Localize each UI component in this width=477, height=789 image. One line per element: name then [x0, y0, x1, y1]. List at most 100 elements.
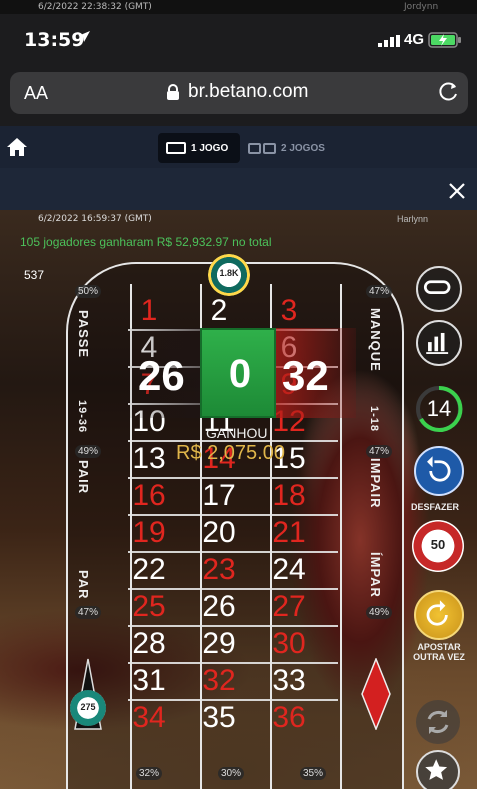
location-arrow-icon: [78, 31, 90, 42]
reader-mode-button[interactable]: AA: [24, 83, 48, 104]
dealer-name: Harlynn: [397, 214, 429, 224]
stat-percent: 47%: [75, 606, 102, 619]
win-amount: R$ 2,075.00: [176, 442, 285, 464]
row-divider: [128, 662, 338, 664]
bet-impair[interactable]: IMPAIR: [368, 458, 383, 509]
favourites-button[interactable]: [416, 750, 460, 789]
bet-range-1-18[interactable]: 1-18: [368, 406, 380, 432]
live-roulette-stream: 6/2/2022 16:59:37 (GMT) Harlynn 105 joga…: [0, 210, 477, 789]
player-count: 537: [24, 268, 45, 282]
number-cell-31[interactable]: 31: [114, 664, 184, 698]
bar-chart-icon: [426, 332, 449, 354]
number-cell-34[interactable]: 34: [114, 701, 184, 735]
number-cell-26[interactable]: 26: [184, 590, 254, 624]
url-text: br.betano.com: [188, 81, 309, 102]
row-divider: [128, 588, 338, 590]
undo-label: DESFAZER: [411, 502, 460, 512]
home-icon[interactable]: [6, 137, 28, 157]
stat-percent: 32%: [136, 767, 163, 780]
number-cell-23[interactable]: 23: [184, 553, 254, 587]
stat-percent: 47%: [366, 445, 393, 458]
number-cell-29[interactable]: 29: [184, 627, 254, 661]
number-cell-33[interactable]: 33: [254, 664, 324, 698]
track-bet-chip[interactable]: 1.8K: [208, 254, 250, 296]
game-nav: 1 JOGO 2 JOGOS: [0, 126, 477, 168]
statistics-button[interactable]: [416, 320, 462, 366]
timer-value: 14: [426, 396, 452, 421]
number-cell-32[interactable]: 32: [184, 664, 254, 698]
recording-strip: 6/2/2022 22:38:32 (GMT) Jordynn: [0, 0, 477, 14]
repeat-bet-button[interactable]: [414, 590, 464, 640]
track-chip-value: 1.8K: [219, 268, 239, 278]
autoplay-button[interactable]: [416, 700, 460, 744]
number-cell-20[interactable]: 20: [184, 516, 254, 550]
row-divider: [128, 625, 338, 627]
number-cell-27[interactable]: 27: [254, 590, 324, 624]
number-cell-17[interactable]: 17: [184, 479, 254, 513]
row-divider: [128, 551, 338, 553]
stat-percent: 49%: [366, 606, 393, 619]
lock-icon: [167, 84, 179, 100]
row-divider: [128, 477, 338, 479]
result-zero-cell: 0: [200, 328, 276, 418]
stat-percent: 35%: [300, 767, 327, 780]
status-clock: 13:59: [24, 29, 85, 51]
number-cell-21[interactable]: 21: [254, 516, 324, 550]
racetrack-toggle-button[interactable]: [416, 266, 462, 312]
bet-impar[interactable]: ÍMPAR: [368, 552, 383, 598]
result-neighbor-left: 26: [138, 352, 185, 399]
tab-two-games[interactable]: 2 JOGOS: [248, 133, 338, 163]
number-cell-16[interactable]: 16: [114, 479, 184, 513]
number-cell-36[interactable]: 36: [254, 701, 324, 735]
selected-chip-value: 50: [430, 537, 446, 552]
star-icon: [425, 759, 448, 780]
number-cell-2[interactable]: 2: [184, 294, 254, 328]
bet-pair[interactable]: PAIR: [76, 460, 91, 494]
number-cell-18[interactable]: 18: [254, 479, 324, 513]
dual-screen-icon: [248, 142, 276, 154]
stat-percent: 30%: [218, 767, 245, 780]
win-label: GANHOU: [206, 425, 268, 441]
bet-passe[interactable]: PASSE: [76, 310, 91, 358]
left-bet-chip[interactable]: 275: [70, 690, 106, 726]
stat-percent: 50%: [75, 285, 102, 298]
reload-icon[interactable]: [438, 81, 460, 103]
bet-range-19-36[interactable]: 19-36: [76, 400, 88, 433]
number-cell-3[interactable]: 3: [254, 294, 324, 328]
result-zero: 0: [228, 352, 252, 396]
result-neighbor-right: 32: [282, 352, 329, 399]
racetrack-icon: [423, 280, 451, 295]
number-cell-28[interactable]: 28: [114, 627, 184, 661]
repeat-bet-label: APOSTAR OUTRA VEZ: [413, 642, 465, 662]
number-cell-22[interactable]: 22: [114, 553, 184, 587]
recording-name: Jordynn: [404, 2, 439, 12]
game-header: [0, 168, 477, 210]
browser-toolbar: AA br.betano.com: [0, 64, 477, 126]
single-screen-icon: [166, 142, 186, 154]
left-chip-value: 275: [80, 702, 96, 712]
undo-button[interactable]: [414, 446, 464, 496]
number-cell-35[interactable]: 35: [184, 701, 254, 735]
bet-par[interactable]: PAR: [76, 570, 91, 599]
tab-one-game-label: 1 JOGO: [191, 142, 229, 154]
chip-selector[interactable]: 50: [412, 520, 464, 572]
red-diamond-bet[interactable]: [361, 658, 391, 730]
bet-manque[interactable]: MANQUE: [368, 308, 383, 372]
number-cell-1[interactable]: 1: [114, 294, 184, 328]
number-cell-24[interactable]: 24: [254, 553, 324, 587]
recording-timestamp: 6/2/2022 22:38:32 (GMT): [38, 2, 152, 12]
number-cell-19[interactable]: 19: [114, 516, 184, 550]
stat-percent: 49%: [75, 445, 102, 458]
repeat-icon: [426, 600, 448, 626]
address-bar[interactable]: AA br.betano.com: [10, 72, 468, 114]
number-cell-13[interactable]: 13: [114, 442, 184, 476]
number-cell-30[interactable]: 30: [254, 627, 324, 661]
number-cell-25[interactable]: 25: [114, 590, 184, 624]
tab-one-game[interactable]: 1 JOGO: [158, 133, 240, 163]
close-icon[interactable]: [446, 180, 468, 202]
row-divider: [128, 514, 338, 516]
network-type: 4G: [404, 31, 425, 48]
undo-icon: [427, 456, 451, 482]
signal-bars-icon: [378, 35, 400, 47]
stream-timestamp: 6/2/2022 16:59:37 (GMT): [38, 214, 152, 224]
